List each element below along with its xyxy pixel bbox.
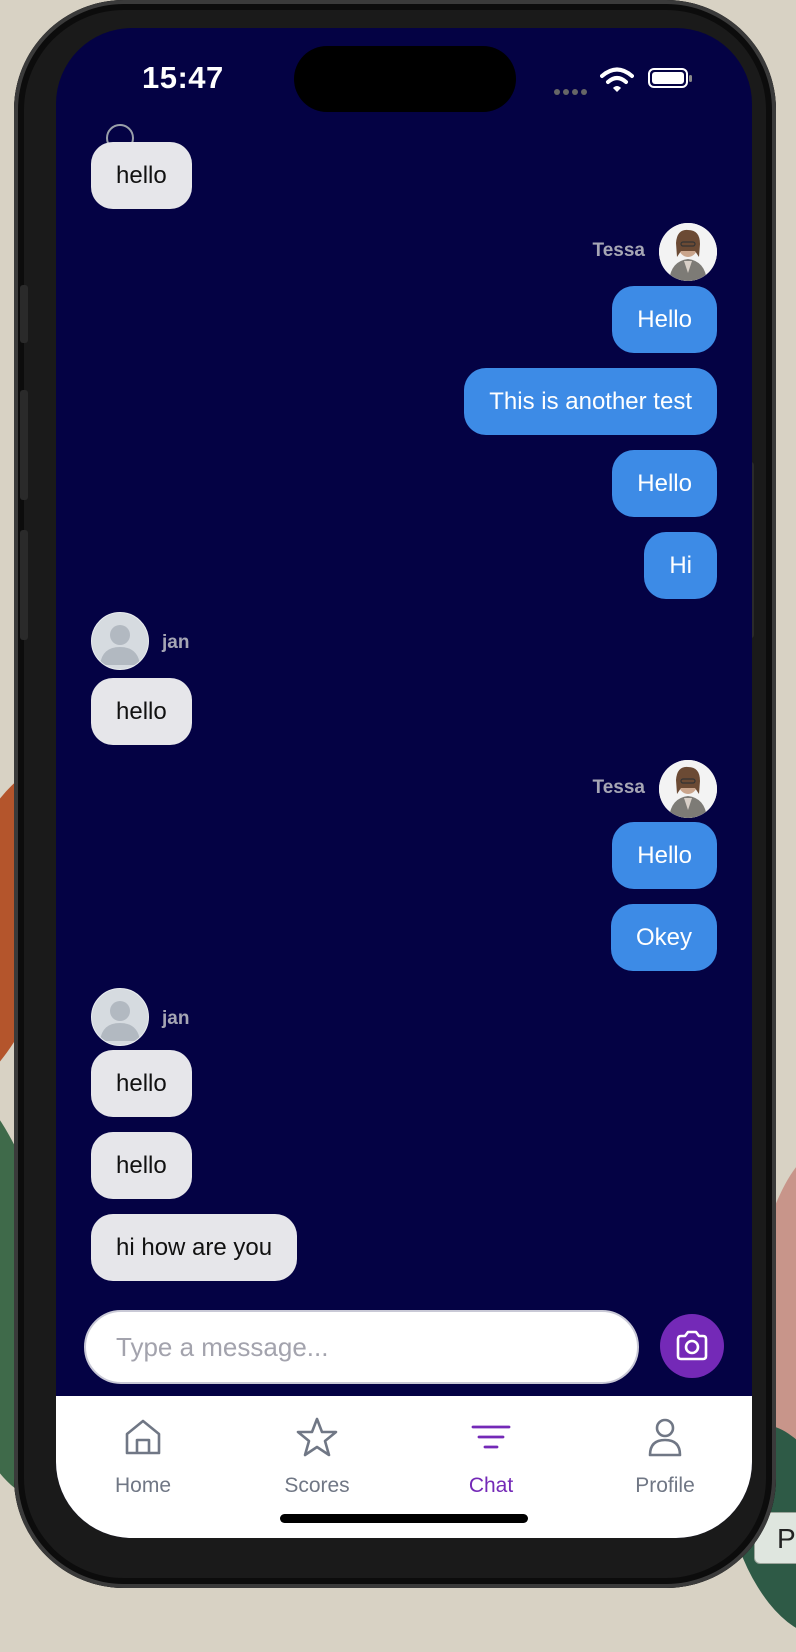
outgoing-message: Hello (612, 450, 717, 517)
home-icon (125, 1419, 161, 1455)
tab-chat[interactable]: Chat (404, 1396, 578, 1516)
chat-filter-icon (471, 1425, 511, 1449)
sender-name: jan (162, 1008, 190, 1029)
battery-icon (648, 68, 692, 88)
tab-label: Profile (635, 1474, 695, 1497)
outgoing-message: Okey (610, 904, 717, 971)
tab-label: Home (114, 1474, 172, 1497)
user-photo-icon (659, 223, 717, 281)
outgoing-message: Hi (644, 532, 717, 599)
status-bar: 15:47 (56, 28, 752, 128)
incoming-message: hello (91, 1050, 192, 1117)
cellular-signal-icon (554, 82, 590, 100)
outgoing-message: Hello (612, 286, 717, 353)
status-time: 15:47 (142, 60, 224, 95)
tab-bar: Home Scores Chat Profile (56, 1396, 752, 1538)
dynamic-island (294, 46, 516, 112)
default-user-icon (100, 1001, 140, 1041)
tab-label: Scores (284, 1474, 350, 1497)
tab-scores[interactable]: Scores (230, 1396, 404, 1516)
sender-name: Tessa (592, 777, 645, 798)
phone-frame: hello Tessa Hello This is another test H… (14, 0, 776, 1588)
incoming-message: hello (91, 1132, 192, 1199)
sender-name: jan (162, 632, 190, 653)
home-indicator[interactable] (280, 1514, 528, 1523)
tessa-avatar[interactable] (659, 223, 717, 281)
sender-name: Tessa (592, 240, 645, 261)
tab-profile[interactable]: Profile (578, 1396, 752, 1516)
camera-button[interactable] (660, 1314, 724, 1378)
person-icon (648, 1418, 682, 1457)
tessa-avatar[interactable] (659, 760, 717, 818)
camera-icon (676, 1330, 708, 1361)
incoming-message: hello (91, 142, 192, 209)
jan-avatar[interactable] (91, 988, 149, 1046)
message-input[interactable] (84, 1310, 639, 1384)
mute-switch (20, 285, 28, 343)
outgoing-message: Hello (612, 822, 717, 889)
volume-up-button (20, 390, 28, 500)
jan-avatar[interactable] (91, 612, 149, 670)
app-screen: hello Tessa Hello This is another test H… (56, 28, 752, 1538)
incoming-message: hello (91, 678, 192, 745)
outgoing-message: This is another test (464, 368, 717, 435)
tab-label: Chat (468, 1474, 514, 1497)
user-photo-icon (659, 760, 717, 818)
default-user-icon (100, 625, 140, 665)
volume-down-button (20, 530, 28, 640)
star-icon (296, 1417, 338, 1457)
wifi-icon (600, 67, 634, 92)
tab-home[interactable]: Home (56, 1396, 230, 1516)
incoming-message: hi how are you (91, 1214, 298, 1281)
